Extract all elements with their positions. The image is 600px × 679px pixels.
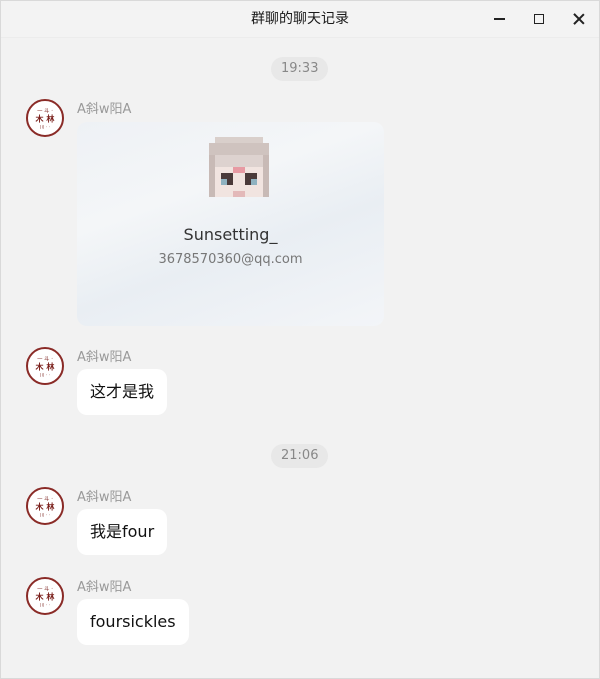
svg-text:川 · ·: 川 · · <box>40 374 50 379</box>
svg-text:木 林: 木 林 <box>35 502 56 512</box>
card-name: Sunsetting_ <box>183 225 278 244</box>
minimize-icon <box>493 18 505 20</box>
pixel-avatar <box>203 137 275 209</box>
sender-name: A斜w阳A <box>77 102 132 117</box>
contact-card[interactable]: Sunsetting_ 3678570360@qq.com <box>77 122 384 326</box>
sender-name: A斜w阳A <box>77 490 132 505</box>
sender-name: A斜w阳A <box>77 580 132 595</box>
card-email: 3678570360@qq.com <box>158 252 303 267</box>
chat-history-window: 群聊的聊天记录 19:33 一 斗 · 木 林 川 · · A斜w阳A Suns… <box>0 0 600 679</box>
svg-text:木 林: 木 林 <box>35 592 56 602</box>
sender-name: A斜w阳A <box>77 350 132 365</box>
avatar[interactable]: 一 斗 · 木 林 川 · · <box>26 99 64 137</box>
svg-text:川 · ·: 川 · · <box>40 514 50 519</box>
close-button[interactable] <box>559 1 599 37</box>
timestamp-divider: 21:06 <box>271 444 329 468</box>
message-bubble[interactable]: 这才是我 <box>77 369 168 415</box>
svg-text:木 林: 木 林 <box>35 114 56 124</box>
svg-text:川 · ·: 川 · · <box>40 126 50 131</box>
minimize-button[interactable] <box>479 1 519 37</box>
maximize-icon <box>534 14 544 24</box>
svg-text:川 · ·: 川 · · <box>40 604 50 609</box>
avatar[interactable]: 一 斗 · 木 林 川 · · <box>26 577 64 615</box>
message-bubble[interactable]: foursickles <box>77 599 189 645</box>
close-icon <box>573 13 585 25</box>
avatar[interactable]: 一 斗 · 木 林 川 · · <box>26 347 64 385</box>
svg-text:木 林: 木 林 <box>35 362 56 372</box>
timestamp-divider: 19:33 <box>271 57 329 81</box>
avatar[interactable]: 一 斗 · 木 林 川 · · <box>26 487 64 525</box>
maximize-button[interactable] <box>519 1 559 37</box>
message-bubble[interactable]: 我是four <box>77 509 168 555</box>
title-bar: 群聊的聊天记录 <box>1 1 599 38</box>
